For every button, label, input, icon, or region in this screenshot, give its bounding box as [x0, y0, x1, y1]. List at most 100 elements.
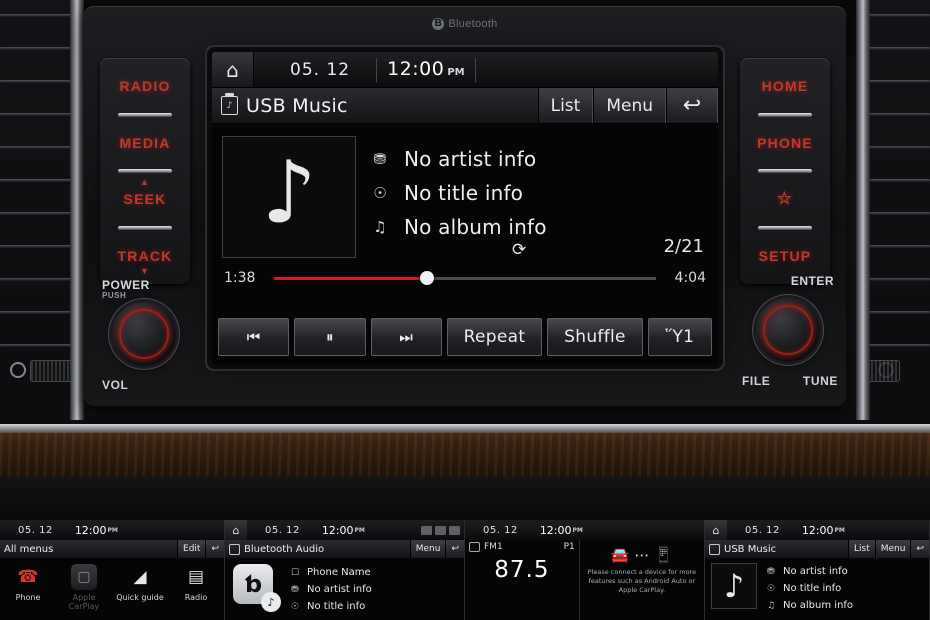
thumb-date: 05. 12: [483, 524, 518, 536]
metadata-row: ⛃ No artist info: [370, 142, 547, 176]
artist-icon: ⛃: [373, 150, 387, 168]
info-text: No album info: [783, 600, 854, 611]
enter-label: ENTER: [790, 274, 834, 288]
vent-slat: [0, 311, 72, 314]
usb-music-icon: [709, 543, 720, 555]
menu-item[interactable]: ◢ Quick guide: [116, 564, 164, 611]
menu-button[interactable]: Menu: [593, 88, 666, 123]
bluetooth-audio-icon: [229, 543, 240, 555]
radio-preset: P1: [563, 542, 575, 552]
progress-handle[interactable]: [419, 271, 434, 285]
thumb-ampm: PM: [354, 526, 365, 534]
bluetooth-icon: B: [432, 18, 445, 30]
info-text: No artist info: [783, 566, 848, 577]
media-key-label: MEDIA: [119, 134, 171, 151]
metadata-row: ♫ No album info: [370, 210, 547, 244]
thumb-back-button[interactable]: ↩: [910, 540, 929, 558]
title-bar: ♪ USB Music List Menu ↩: [212, 88, 718, 124]
thumb-status-icons: [421, 525, 464, 535]
thumb-bluetooth-audio[interactable]: ⌂ 05. 12 12:00 PM Bluetooth Audio Menu ↩…: [225, 520, 465, 620]
metadata-text: No album info: [404, 215, 547, 239]
thumb-usb-music[interactable]: ⌂ 05. 12 12:00 PM USB Music List Menu ↩ …: [705, 520, 930, 620]
vent-slat: [868, 47, 930, 50]
delete-button[interactable]: Ὕ1: [647, 318, 713, 356]
volume-knob-group: POWER PUSH VOL: [98, 278, 194, 392]
volume-knob[interactable]: [112, 302, 176, 366]
thumb-buttons: List Menu ↩: [848, 540, 929, 558]
track-key[interactable]: TRACK ▼: [100, 228, 190, 285]
speaker-grille: [30, 360, 72, 382]
thumb-title: USB Music: [724, 543, 777, 555]
favorite-star-key[interactable]: ☆: [740, 171, 830, 230]
info-line: ☐ Phone Name: [291, 564, 372, 581]
info-line: ☉ No title info: [291, 598, 372, 615]
media-key[interactable]: MEDIA: [100, 115, 190, 173]
home-key-label: HOME: [761, 78, 809, 95]
car-icon: 🚘: [610, 546, 630, 564]
thumb-home-icon[interactable]: ⌂: [225, 520, 247, 540]
home-key[interactable]: HOME: [740, 58, 830, 117]
now-playing-content: ♪ ⛃ No artist info ☉ No title info ♫ No album…: [212, 124, 718, 364]
previous-track-button[interactable]: ⏮: [218, 318, 290, 356]
thumb-back-button[interactable]: ↩: [205, 540, 224, 558]
edit-button[interactable]: Edit: [177, 540, 206, 558]
home-icon[interactable]: ⌂: [212, 52, 254, 87]
radio-tuner-panel: FM1 P1 87.5: [465, 540, 580, 620]
total-time: 4:04: [674, 270, 706, 286]
shuffle-button[interactable]: Shuffle: [547, 318, 643, 356]
vent-slat: [0, 146, 72, 149]
connect-message: Please connect a device for more feature…: [587, 568, 697, 594]
playback-controls: ⏮ ⏸ ⏭ Repeat Shuffle Ὕ1: [218, 318, 713, 356]
info-icon: ⛃: [291, 584, 299, 595]
status-bar: ⌂ 05. 12 12:00 PM: [212, 52, 718, 88]
vent-control-knob[interactable]: [10, 362, 26, 378]
vent-slat: [0, 80, 72, 83]
tune-knob-group: ENTER FILE TUNE: [742, 274, 838, 388]
thumb-body: ☎ Phone ▢ Apple CarPlay ◢ Quick guide ▤ Radio: [0, 558, 224, 620]
phone-key-label: PHONE: [757, 134, 813, 151]
air-vent-left: [0, 0, 72, 400]
menu-item[interactable]: ▤ Radio: [172, 564, 220, 611]
tune-knob[interactable]: [756, 298, 820, 362]
progress-slider[interactable]: [274, 271, 656, 285]
menu-item[interactable]: ☎ Phone: [4, 564, 52, 611]
thumb-radio[interactable]: 05. 12 12:00 PM FM1 P1 87.5 🚘 ⋯ 📱 Please…: [465, 520, 705, 620]
chevron-down-icon: ▼: [139, 266, 151, 276]
radio-layout: FM1 P1 87.5 🚘 ⋯ 📱 Please connect a devic…: [465, 540, 704, 620]
repeat-button[interactable]: Repeat: [446, 318, 543, 356]
menu-button[interactable]: Menu: [874, 540, 911, 558]
radio-band: FM1: [484, 542, 503, 552]
thumb-home-icon[interactable]: ⌂: [705, 520, 727, 540]
menu-item[interactable]: ▢ Apple CarPlay: [60, 564, 108, 611]
album-icon: ♫: [373, 218, 387, 236]
thumb-date: 05. 12: [265, 524, 300, 536]
usb-music-icon: ♪: [221, 93, 238, 115]
menu-button[interactable]: Menu: [409, 540, 446, 558]
metadata-text: No artist info: [404, 147, 537, 171]
thumb-date: 05. 12: [18, 524, 53, 536]
vent-slat: [868, 311, 930, 314]
next-track-button[interactable]: ⏭: [370, 318, 442, 356]
vent-slat: [0, 113, 72, 116]
thumb-back-button[interactable]: ↩: [445, 540, 464, 558]
apple-carplay-icon: ▢: [71, 564, 97, 590]
info-icon: ☉: [767, 583, 776, 594]
progress-fill: [274, 276, 427, 280]
setup-key-label: SETUP: [758, 247, 812, 264]
back-button[interactable]: ↩: [666, 88, 718, 123]
bluetooth-branding: B Bluetooth: [84, 18, 846, 30]
push-label: PUSH: [102, 291, 127, 300]
radio-frequency: 87.5: [494, 557, 550, 583]
power-label: POWER: [102, 278, 150, 292]
seek-key[interactable]: ▲ SEEK: [100, 171, 190, 230]
thumb-all-menus[interactable]: 05. 12 12:00 PM All menus Edit ↩ ☎ Phone ▢…: [0, 520, 225, 620]
list-button[interactable]: List: [848, 540, 875, 558]
list-button[interactable]: List: [537, 88, 594, 123]
thumb-title: All menus: [4, 543, 54, 555]
pause-button[interactable]: ⏸: [294, 318, 366, 356]
phone-key[interactable]: PHONE: [740, 115, 830, 173]
progress-row: 1:38 4:04: [224, 270, 706, 286]
status-date: 05. 12: [290, 59, 351, 80]
radio-key[interactable]: RADIO: [100, 58, 190, 117]
elapsed-time: 1:38: [224, 270, 256, 286]
